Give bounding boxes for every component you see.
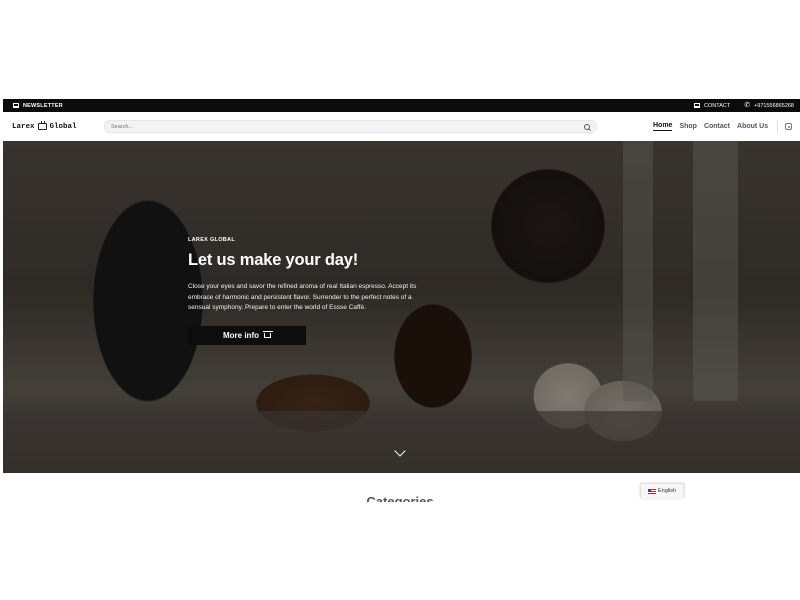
logo-text-left: Larex — [12, 122, 35, 131]
mail-icon — [694, 103, 701, 108]
contact-link[interactable]: CONTACT — [704, 103, 730, 109]
search-bar — [104, 120, 597, 133]
language-selector[interactable]: English — [640, 483, 684, 498]
phone-icon: ✆ — [744, 102, 751, 109]
hero-text: Close your eyes and savor the refined ar… — [188, 283, 417, 311]
nav-about-us[interactable]: About Us — [737, 123, 768, 130]
phone-number[interactable]: +971556865268 — [754, 103, 794, 109]
mail-icon — [13, 103, 19, 108]
nav-shop[interactable]: Shop — [679, 123, 697, 130]
newsletter-link[interactable]: NEWSLETTER — [13, 103, 63, 109]
site-header: Larex Global Home Shop Contact About Us — [3, 112, 800, 141]
logo-text-right: Global — [49, 122, 77, 131]
more-info-button[interactable]: More info — [188, 325, 306, 345]
main-nav: Home Shop Contact About Us — [653, 121, 793, 132]
search-input[interactable] — [111, 123, 584, 130]
nav-home[interactable]: Home — [653, 122, 673, 131]
categories-heading: Categories — [366, 494, 434, 502]
more-info-label: More info — [223, 330, 259, 340]
site-logo[interactable]: Larex Global — [12, 123, 104, 131]
nav-divider — [777, 121, 779, 132]
newsletter-label: NEWSLETTER — [23, 102, 63, 109]
cart-icon — [263, 330, 273, 338]
hero-title: Let us make your day! — [188, 251, 359, 269]
language-label: English — [657, 488, 677, 494]
instagram-icon[interactable] — [785, 123, 793, 130]
nav-contact[interactable]: Contact — [704, 123, 730, 130]
hero-banner: LAREX GLOBAL Let us make your day! Close… — [3, 141, 800, 473]
hero-eyebrow: LAREX GLOBAL — [188, 237, 235, 243]
tv-icon — [37, 123, 47, 130]
search-icon[interactable] — [584, 123, 590, 130]
hero-content: LAREX GLOBAL Let us make your day! Close… — [188, 237, 433, 345]
top-bar: NEWSLETTER CONTACT ✆ +971556865268 — [3, 99, 800, 112]
us-flag-icon — [647, 488, 656, 494]
